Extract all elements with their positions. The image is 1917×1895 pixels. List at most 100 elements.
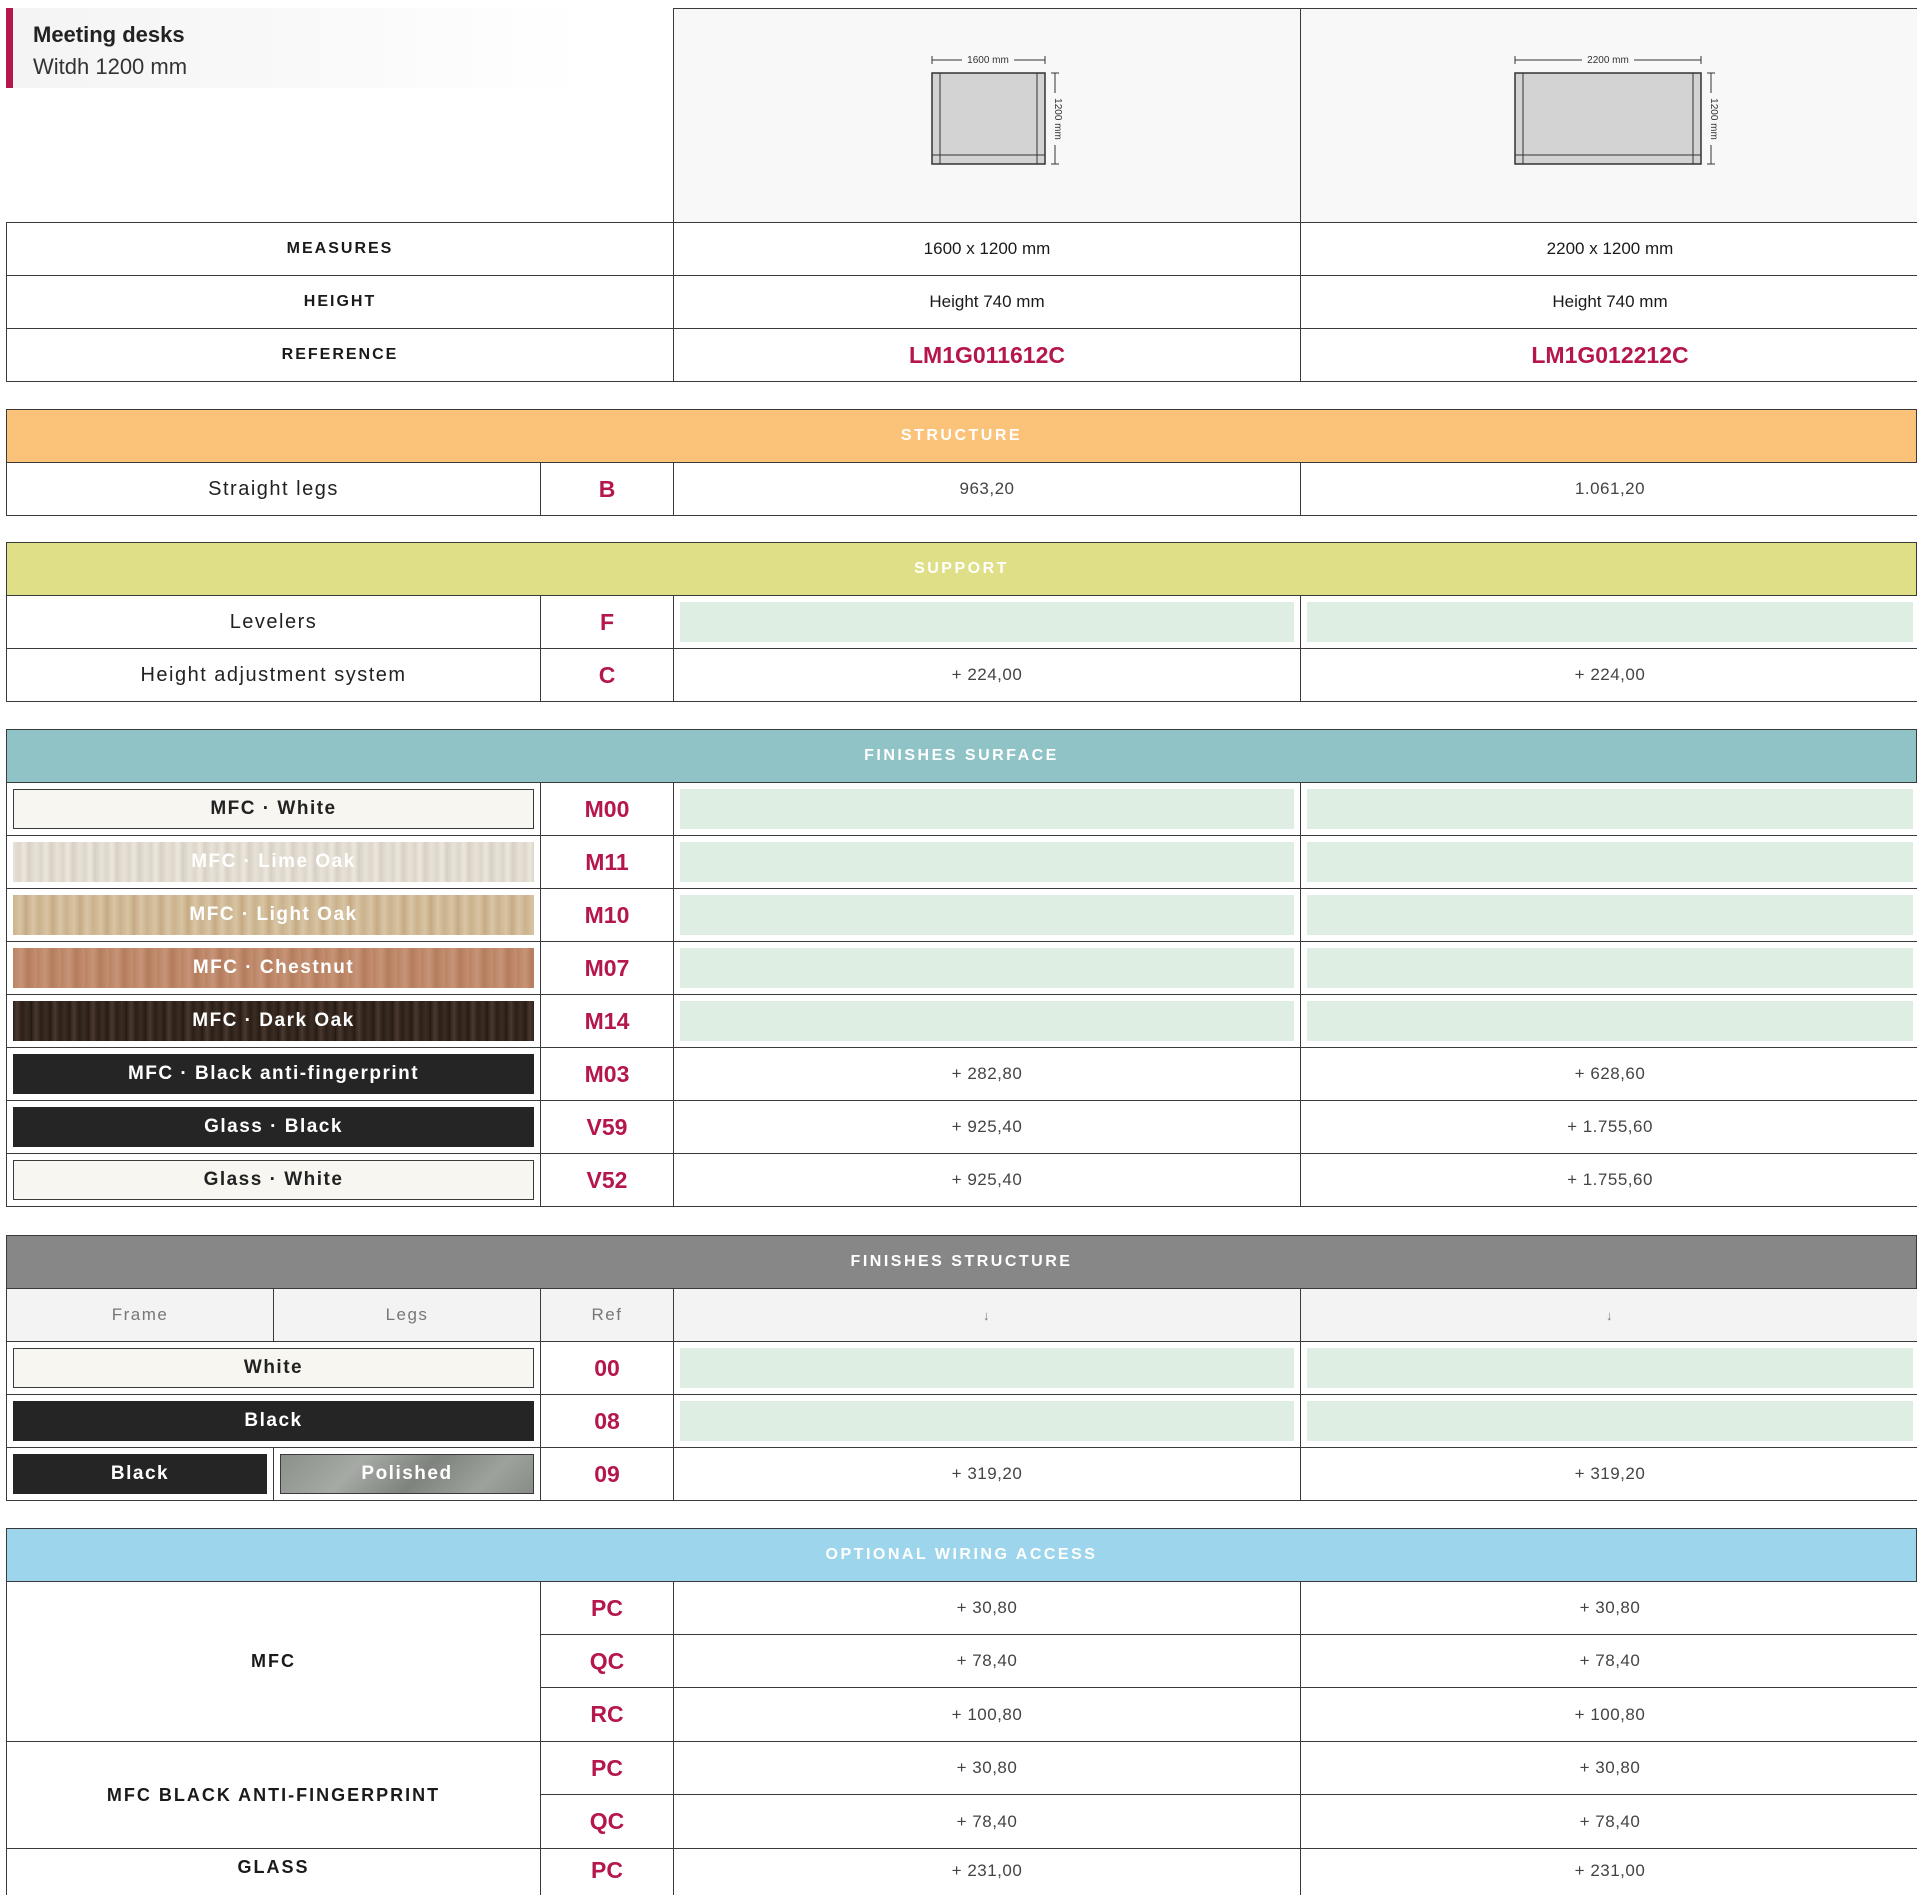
finish-swatch: Glass · White xyxy=(13,1160,534,1200)
wiring-row-ref: QC xyxy=(540,1634,674,1688)
structure-finish-price-1: + 319,20 xyxy=(673,1447,1301,1501)
finish-row-price-2: + 1.755,60 xyxy=(1300,1100,1917,1154)
structure-row-price-2: 1.061,20 xyxy=(1300,462,1917,516)
structure-row-price-1: 963,20 xyxy=(673,462,1301,516)
wiring-row-price-2: + 78,40 xyxy=(1300,1794,1917,1849)
title-accent-bar xyxy=(6,8,13,88)
diagram-depth-label-2: 1200 mm xyxy=(1708,98,1719,140)
included-marker xyxy=(1307,895,1913,935)
wiring-row-price-2: + 30,80 xyxy=(1300,1741,1917,1795)
product-diagram-cell-2: 2200 mm 1200 mm xyxy=(1300,8,1917,223)
finish-swatch: MFC · Dark Oak xyxy=(13,1001,534,1041)
structure-finish-swatch-cell: White xyxy=(6,1341,541,1395)
measures-value-1: 1600 x 1200 mm xyxy=(673,222,1301,276)
finish-row-swatch-cell: MFC · Lime Oak xyxy=(6,835,541,889)
structure-finish-frame-cell: Black xyxy=(6,1447,274,1501)
finish-row-price-1: + 925,40 xyxy=(673,1153,1301,1207)
diagram-width-label-1: 1600 mm xyxy=(967,55,1009,66)
wiring-row-price-2: + 100,80 xyxy=(1300,1687,1917,1742)
support-row-label: Levelers xyxy=(6,595,541,649)
wiring-row-ref: QC xyxy=(540,1794,674,1849)
finish-row-cell-2 xyxy=(1300,835,1917,889)
finish-row-cell-2 xyxy=(1300,782,1917,836)
finish-row-ref: M10 xyxy=(540,888,674,942)
finish-row-ref: M03 xyxy=(540,1047,674,1101)
included-marker xyxy=(1307,1348,1913,1388)
included-marker xyxy=(680,842,1294,882)
wiring-group-label: GLASS xyxy=(6,1848,541,1895)
column-header-frame: Frame xyxy=(6,1288,274,1342)
finish-row-cell-1 xyxy=(673,994,1301,1048)
finish-swatch: MFC · White xyxy=(13,789,534,829)
finish-row-cell-1 xyxy=(673,941,1301,995)
finish-swatch: MFC · Black anti-fingerprint xyxy=(13,1054,534,1094)
wiring-row-price-2: + 30,80 xyxy=(1300,1581,1917,1635)
included-marker xyxy=(680,1401,1294,1441)
reference-value-1: LM1G011612C xyxy=(673,328,1301,382)
wiring-section-header: OPTIONAL WIRING ACCESS xyxy=(6,1528,1917,1582)
finish-row-ref: M14 xyxy=(540,994,674,1048)
included-marker xyxy=(1307,842,1913,882)
finish-row-swatch-cell: MFC · White xyxy=(6,782,541,836)
wiring-row-price-1: + 30,80 xyxy=(673,1741,1301,1795)
frame-swatch: Black xyxy=(13,1454,267,1494)
structure-finish-cell-1 xyxy=(673,1341,1301,1395)
page-subtitle: Witdh 1200 mm xyxy=(33,54,188,79)
finish-row-cell-2 xyxy=(1300,941,1917,995)
height-label: HEIGHT xyxy=(6,275,674,329)
support-section-header: SUPPORT xyxy=(6,542,1917,596)
measures-value-2: 2200 x 1200 mm xyxy=(1300,222,1917,276)
column-header-legs: Legs xyxy=(273,1288,541,1342)
finish-row-cell-1 xyxy=(673,835,1301,889)
finish-row-swatch-cell: MFC · Black anti-fingerprint xyxy=(6,1047,541,1101)
column-header-arrow-1: ↓ xyxy=(673,1288,1301,1342)
finish-row-ref: M11 xyxy=(540,835,674,889)
structure-finish-ref: 00 xyxy=(540,1341,674,1395)
title-block: Meeting desks Witdh 1200 mm xyxy=(6,8,586,88)
finish-row-ref: V52 xyxy=(540,1153,674,1207)
finish-swatch: MFC · Lime Oak xyxy=(13,842,534,882)
finish-row-swatch-cell: MFC · Dark Oak xyxy=(6,994,541,1048)
structure-section-header: STRUCTURE xyxy=(6,409,1917,463)
finish-swatch: MFC · Light Oak xyxy=(13,895,534,935)
structure-finish-swatch-cell: Black xyxy=(6,1394,541,1448)
finish-row-swatch-cell: Glass · White xyxy=(6,1153,541,1207)
finish-row-cell-1 xyxy=(673,782,1301,836)
reference-label: REFERENCE xyxy=(6,328,674,382)
finish-row-price-2: + 628,60 xyxy=(1300,1047,1917,1101)
included-marker xyxy=(680,895,1294,935)
support-row-price-1: + 224,00 xyxy=(673,648,1301,702)
structure-finish-ref: 09 xyxy=(540,1447,674,1501)
frame-swatch: Black xyxy=(13,1401,534,1441)
frame-swatch: White xyxy=(13,1348,534,1388)
legs-swatch: Polished xyxy=(280,1454,534,1494)
wiring-row-price-1: + 78,40 xyxy=(673,1634,1301,1688)
included-marker xyxy=(680,1348,1294,1388)
included-marker xyxy=(680,602,1294,642)
wiring-row-price-1: + 231,00 xyxy=(673,1848,1301,1895)
desk-diagram-1: 1600 mm 1200 mm xyxy=(931,53,1062,165)
measures-label: MEASURES xyxy=(6,222,674,276)
wiring-row-ref: PC xyxy=(540,1581,674,1635)
structure-row-ref: B xyxy=(540,462,674,516)
wiring-row-price-1: + 78,40 xyxy=(673,1794,1301,1849)
wiring-row-price-1: + 30,80 xyxy=(673,1581,1301,1635)
finishes-structure-section-header: FINISHES STRUCTURE xyxy=(6,1235,1917,1289)
structure-finish-legs-cell: Polished xyxy=(273,1447,541,1501)
diagram-depth-label-1: 1200 mm xyxy=(1052,98,1062,140)
support-row-ref: F xyxy=(540,595,674,649)
diagram-width-label-2: 2200 mm xyxy=(1587,55,1629,66)
structure-finish-price-2: + 319,20 xyxy=(1300,1447,1917,1501)
page-title: Meeting desks xyxy=(33,22,185,47)
finish-row-ref: V59 xyxy=(540,1100,674,1154)
wiring-row-ref: RC xyxy=(540,1687,674,1742)
finish-row-cell-2 xyxy=(1300,994,1917,1048)
structure-finish-cell-1 xyxy=(673,1394,1301,1448)
included-marker xyxy=(1307,602,1913,642)
finish-swatch: Glass · Black xyxy=(13,1107,534,1147)
wiring-row-ref: PC xyxy=(540,1741,674,1795)
included-marker xyxy=(1307,789,1913,829)
reference-value-2: LM1G012212C xyxy=(1300,328,1917,382)
finish-row-price-2: + 1.755,60 xyxy=(1300,1153,1917,1207)
finish-row-cell-2 xyxy=(1300,888,1917,942)
